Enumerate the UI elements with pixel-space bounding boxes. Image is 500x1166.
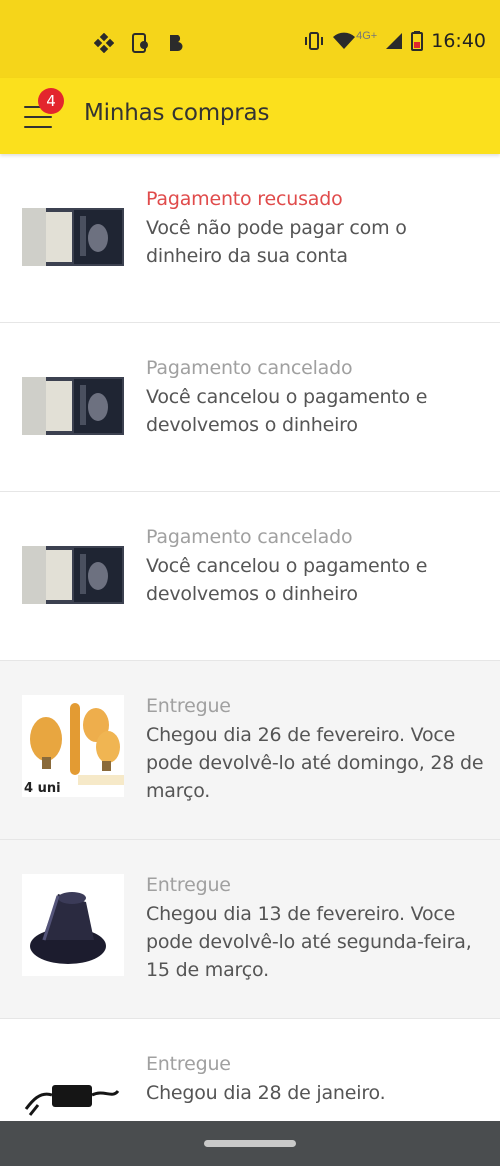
wifi-icon — [333, 32, 356, 49]
status-bar: 4G+ 16:40 — [0, 0, 500, 78]
purchase-status: Entregue — [146, 1053, 231, 1075]
menu-icon-line — [24, 126, 52, 128]
page-title: Minhas compras — [84, 100, 270, 126]
purchase-item[interactable]: Pagamento cancelado Você cancelou o paga… — [0, 323, 500, 492]
notification-badge: 4 — [38, 88, 64, 114]
purchase-description: Chegou dia 28 de janeiro. — [146, 1082, 386, 1104]
purchase-item[interactable]: Pagamento recusado Você não pode pagar c… — [0, 154, 500, 323]
system-icons: 4G+ 16:40 — [304, 30, 486, 52]
phone-update-icon — [132, 33, 148, 53]
router-product-thumbnail — [22, 546, 124, 604]
purchase-description: Você cancelou o pagamento e devolvemos o… — [146, 386, 428, 436]
purchase-status: Pagamento recusado — [146, 188, 343, 210]
thumbnail-caption: 4 uni — [24, 781, 61, 796]
purchase-item[interactable]: 4 uni Entregue Chegou dia 26 de fevereir… — [0, 661, 500, 840]
notification-icons — [94, 33, 186, 53]
clock: 16:40 — [431, 30, 486, 52]
purchase-status: Pagamento cancelado — [146, 526, 353, 548]
filament-bulbs-thumbnail: 4 uni — [22, 695, 124, 797]
purchase-item[interactable]: Pagamento cancelado Você cancelou o paga… — [0, 492, 500, 661]
rubber-pad-thumbnail — [22, 874, 124, 976]
router-product-thumbnail — [22, 208, 124, 266]
menu-icon-line — [24, 116, 52, 118]
purchase-status: Pagamento cancelado — [146, 357, 353, 379]
power-adapter-thumbnail — [22, 1071, 124, 1121]
system-navigation-bar — [0, 1121, 500, 1166]
home-gesture-handle[interactable] — [204, 1140, 296, 1147]
b-app-icon — [170, 35, 183, 51]
binance-icon — [94, 33, 114, 53]
purchase-status: Entregue — [146, 874, 231, 896]
purchase-description: Chegou dia 13 de fevereiro. Voce pode de… — [146, 903, 472, 981]
signal-icon — [386, 33, 403, 49]
purchase-description: Chegou dia 26 de fevereiro. Voce pode de… — [146, 724, 484, 802]
purchase-description: Você não pode pagar com o dinheiro da su… — [146, 217, 407, 267]
purchase-description: Você cancelou o pagamento e devolvemos o… — [146, 555, 428, 605]
network-type-label: 4G+ — [356, 30, 378, 42]
purchase-status: Entregue — [146, 695, 231, 717]
battery-icon — [411, 31, 424, 51]
vibrate-icon — [305, 32, 324, 50]
router-product-thumbnail — [22, 377, 124, 435]
purchase-item[interactable]: Entregue Chegou dia 13 de fevereiro. Voc… — [0, 840, 500, 1019]
